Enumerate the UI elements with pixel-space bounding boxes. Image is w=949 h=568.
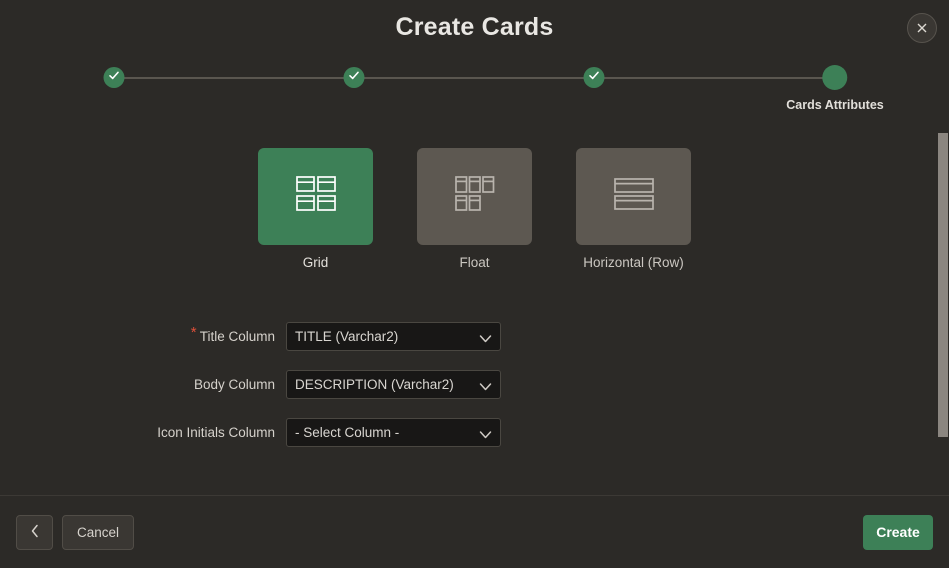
stepper-step-4[interactable]: Cards Attributes (786, 58, 884, 112)
create-button[interactable]: Create (863, 514, 933, 550)
stepper-step-3[interactable] (583, 58, 605, 96)
select-wrap-body-column: DESCRIPTION (Varchar2) (286, 370, 501, 399)
scrollbar-thumb[interactable] (938, 133, 948, 437)
select-icon-initials-column[interactable]: - Select Column - (286, 418, 501, 447)
card-type-option-grid[interactable]: Grid (258, 148, 373, 270)
select-title-column[interactable]: TITLE (Varchar2) (286, 322, 501, 351)
create-cards-dialog: Create Cards Cards Attributes Grid Float… (0, 0, 949, 568)
card-type-label-grid: Grid (302, 255, 329, 270)
card-type-option-float[interactable]: Float (417, 148, 532, 270)
select-wrap-icon-initials-column: - Select Column - (286, 418, 501, 447)
step-dot-current (822, 65, 848, 90)
card-type-option-horizontal-row[interactable]: Horizontal (Row) (576, 148, 691, 270)
label-text-body-column: Body Column (193, 377, 275, 392)
check-icon (108, 69, 121, 87)
dialog-header: Create Cards (0, 0, 949, 58)
label-text-icon-initials-column: Icon Initials Column (157, 425, 275, 440)
required-indicator: * (190, 324, 197, 341)
card-type-tile-horizontal-row (576, 148, 691, 245)
page-title: Create Cards (395, 13, 554, 41)
step-dot-complete (343, 67, 365, 88)
stepper-label-4: Cards Attributes (786, 98, 884, 112)
dialog-body-scroll-area: Grid Float Horizontal (Row) * Title Colu… (0, 120, 949, 495)
chevron-left-icon (30, 524, 40, 541)
stepper-step-2[interactable] (343, 58, 365, 96)
select-body-column[interactable]: DESCRIPTION (Varchar2) (286, 370, 501, 399)
card-layout-type-group: Grid Float Horizontal (Row) (0, 148, 949, 270)
stepper-step-1[interactable] (103, 58, 125, 96)
horizontal-row-layout-icon (613, 176, 654, 217)
cancel-button[interactable]: Cancel (62, 514, 134, 550)
cards-attributes-form: * Title Column TITLE (Varchar2) Body Col… (0, 322, 949, 447)
form-row-body-column: Body Column DESCRIPTION (Varchar2) (0, 370, 949, 399)
close-button[interactable] (907, 13, 937, 43)
card-type-label-horizontal-row: Horizontal (Row) (583, 255, 684, 270)
vertical-scrollbar[interactable] (936, 120, 949, 494)
card-type-label-float: Float (459, 255, 490, 270)
label-body-column: Body Column (0, 377, 286, 392)
label-text-title-column: Title Column (199, 329, 275, 344)
stepper-track (114, 77, 835, 79)
check-icon (588, 69, 601, 87)
form-row-icon-initials-column: Icon Initials Column - Select Column - (0, 418, 949, 447)
label-icon-initials-column: Icon Initials Column (0, 425, 286, 440)
back-button[interactable] (16, 514, 53, 550)
grid-layout-icon (295, 176, 336, 217)
close-icon (915, 21, 929, 35)
card-type-tile-float (417, 148, 532, 245)
label-title-column: * Title Column (0, 325, 286, 344)
dialog-footer: Cancel Create (0, 495, 949, 568)
card-type-tile-grid (258, 148, 373, 245)
check-icon (348, 69, 361, 87)
float-layout-icon (454, 176, 495, 217)
step-dot-complete (583, 67, 605, 88)
progress-stepper: Cards Attributes (0, 58, 949, 120)
form-row-title-column: * Title Column TITLE (Varchar2) (0, 322, 949, 351)
step-dot-complete (103, 67, 125, 88)
select-wrap-title-column: TITLE (Varchar2) (286, 322, 501, 351)
dialog-body: Grid Float Horizontal (Row) * Title Colu… (0, 120, 949, 495)
